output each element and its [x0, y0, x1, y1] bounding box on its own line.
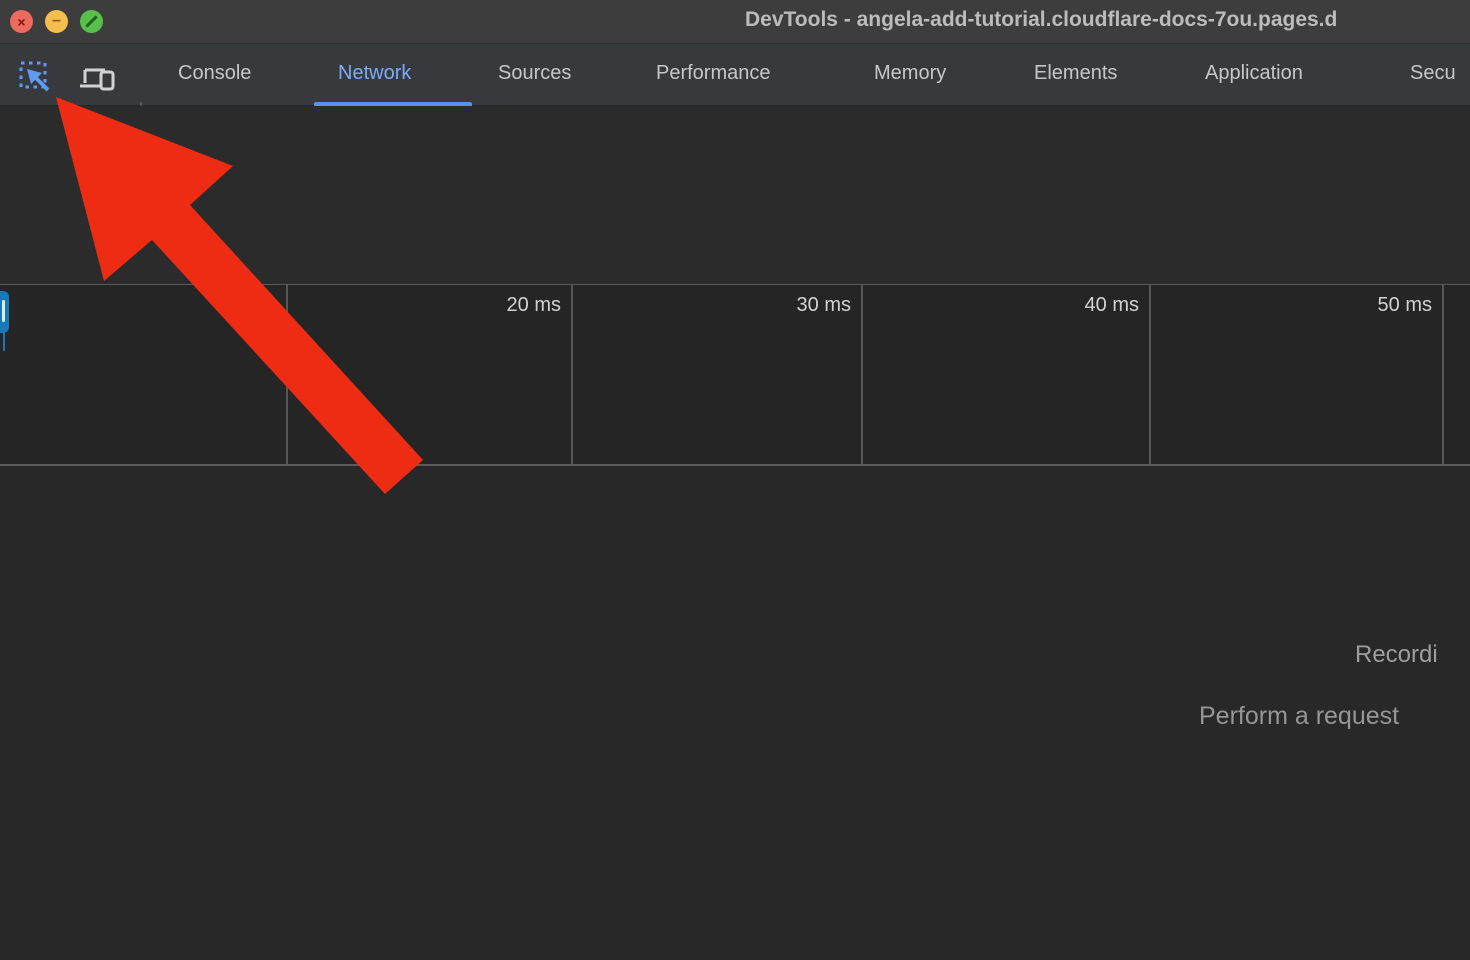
network-requests-panel[interactable]: Recordi Perform a request — [0, 466, 1470, 960]
overview-range-handle[interactable] — [0, 291, 9, 333]
close-window-button[interactable]: × — [10, 10, 33, 33]
timeline-gridline — [286, 285, 288, 465]
devtools-window: × − DevTools - angela-add-tutorial.cloud… — [0, 0, 1470, 960]
zoom-window-button[interactable] — [80, 10, 103, 33]
timeline-tick-label: 10 ms — [166, 294, 276, 317]
tab-network[interactable]: Network — [338, 62, 411, 85]
perform-request-hint-text: Perform a request — [1199, 702, 1399, 731]
devtools-tabbar: Console Network Sources Performance Memo… — [0, 44, 1470, 106]
overview-handle-tail — [3, 333, 5, 351]
handle-grip-icon — [2, 300, 5, 322]
tab-elements[interactable]: Elements — [1034, 62, 1117, 85]
device-toolbar-icon — [78, 62, 116, 94]
recording-hint-text: Recordi — [1355, 641, 1438, 669]
tab-sources[interactable]: Sources — [498, 62, 571, 85]
timeline-tick-label: 30 ms — [741, 294, 851, 317]
timeline-tick-label: 50 ms — [1322, 294, 1432, 317]
tab-memory[interactable]: Memory — [874, 62, 946, 85]
timeline-tick-label: 40 ms — [1029, 294, 1139, 317]
network-toolbar: Preserve log Disable cache No throttling… — [0, 106, 1470, 170]
timeline-tick-label: 20 ms — [451, 294, 561, 317]
titlebar: × − DevTools - angela-add-tutorial.cloud… — [0, 0, 1470, 44]
tab-performance[interactable]: Performance — [656, 62, 771, 85]
timeline-gridline — [571, 285, 573, 465]
window-title: DevTools - angela-add-tutorial.cloudflar… — [745, 8, 1337, 32]
inspect-element-button[interactable] — [18, 60, 52, 94]
tab-security[interactable]: Secu — [1410, 62, 1456, 85]
zoom-disabled-icon — [85, 15, 98, 28]
minimize-window-button[interactable]: − — [45, 10, 68, 33]
timeline-gridline — [861, 285, 863, 465]
network-overview-timeline[interactable]: 10 ms 20 ms 30 ms 40 ms 50 ms — [0, 284, 1470, 466]
network-filter-row-2: Blocked requests 3rd-party requests — [0, 228, 1470, 284]
network-filter-row: Invert Hide data URLs Hide extension URL… — [0, 170, 1470, 228]
timeline-gridline — [1149, 285, 1151, 465]
inspect-cursor-icon — [18, 60, 52, 94]
timeline-gridline — [1442, 285, 1444, 465]
tab-console[interactable]: Console — [178, 62, 251, 85]
toggle-device-toolbar-button[interactable] — [78, 62, 116, 94]
tab-application[interactable]: Application — [1205, 62, 1303, 85]
